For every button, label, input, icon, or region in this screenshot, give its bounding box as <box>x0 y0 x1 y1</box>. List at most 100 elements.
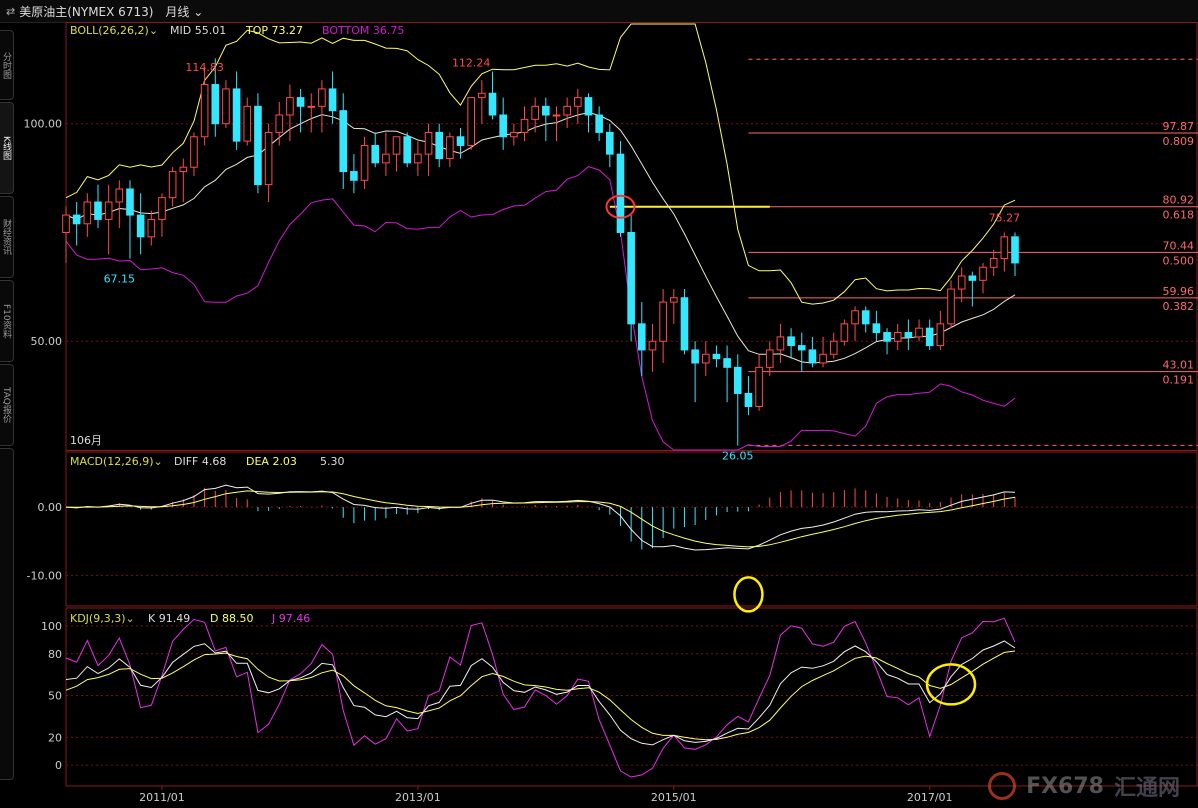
candle-body[interactable] <box>595 114 603 133</box>
candle-body[interactable] <box>829 340 838 355</box>
candle-body[interactable] <box>915 327 923 338</box>
tab-blank[interactable] <box>0 448 14 780</box>
candle-body[interactable] <box>616 153 625 233</box>
candle-body[interactable] <box>861 310 870 325</box>
candle-body[interactable] <box>904 332 913 338</box>
candle-body[interactable] <box>158 197 166 220</box>
tab-kline[interactable]: K线图 <box>0 102 14 194</box>
candle-body[interactable] <box>1000 236 1009 260</box>
candle-body[interactable] <box>414 153 422 164</box>
candle-body[interactable] <box>232 88 241 142</box>
candle-body[interactable] <box>637 323 646 351</box>
candle-body[interactable] <box>723 358 731 368</box>
chart-canvas[interactable]: 100.00 50.00 0.00 -10.00 100 80 50 20 0 2011/01 20… <box>14 22 1198 808</box>
candle-body[interactable] <box>243 105 252 142</box>
candle-body[interactable] <box>606 131 614 155</box>
tab-timeshare[interactable]: 分时图 <box>0 30 14 100</box>
candle-body[interactable] <box>701 353 710 364</box>
swap-arrows-icon[interactable]: ⇄ <box>6 5 15 18</box>
candle-body[interactable] <box>851 310 859 325</box>
candle-body[interactable] <box>574 97 582 107</box>
candle-body[interactable] <box>62 214 70 233</box>
candle-body[interactable] <box>147 218 156 238</box>
tab-f10[interactable]: F10资料 <box>0 280 14 362</box>
candle-body[interactable] <box>840 323 849 342</box>
candle-body[interactable] <box>126 188 134 216</box>
candle-body[interactable] <box>168 171 177 199</box>
candle-body[interactable] <box>446 136 454 160</box>
candle-body[interactable] <box>968 275 977 281</box>
candle-body[interactable] <box>275 114 284 133</box>
candle-body[interactable] <box>808 349 817 364</box>
candle-body[interactable] <box>339 110 348 173</box>
candle-body[interactable] <box>264 131 273 186</box>
candle-body[interactable] <box>488 92 497 116</box>
candle-body[interactable] <box>286 97 294 116</box>
candle-body[interactable] <box>307 105 316 108</box>
candle-body[interactable] <box>296 97 305 107</box>
candle-body[interactable] <box>478 92 486 99</box>
candle-body[interactable] <box>531 105 539 120</box>
candle-body[interactable] <box>552 114 561 117</box>
candle-body[interactable] <box>893 332 902 342</box>
candle-body[interactable] <box>936 323 945 347</box>
candle-body[interactable] <box>925 327 934 347</box>
candle-body[interactable] <box>819 353 827 364</box>
candle-body[interactable] <box>669 297 678 303</box>
candle-body[interactable] <box>424 131 433 155</box>
candle-body[interactable] <box>83 201 92 225</box>
candle-body[interactable] <box>520 118 529 133</box>
candle-body[interactable] <box>328 88 337 112</box>
candle-body[interactable] <box>350 171 358 181</box>
candle-body[interactable] <box>211 84 220 125</box>
candle-body[interactable] <box>957 275 966 290</box>
candle-body[interactable] <box>254 105 262 186</box>
candle-body[interactable] <box>979 266 987 281</box>
candle-body[interactable] <box>947 288 955 325</box>
candle-body[interactable] <box>403 136 412 164</box>
candle-body[interactable] <box>371 144 380 164</box>
tab-taq[interactable]: TAQ报价 <box>0 364 14 446</box>
candle-body[interactable] <box>584 97 593 116</box>
tab-news[interactable]: 财经资讯 <box>0 196 14 278</box>
candle-body[interactable] <box>787 336 795 347</box>
candle-body[interactable] <box>680 297 689 351</box>
candle-body[interactable] <box>733 366 742 394</box>
candle-body[interactable] <box>776 336 785 351</box>
candle-body[interactable] <box>499 114 507 138</box>
candle-body[interactable] <box>94 201 102 220</box>
candle-body[interactable] <box>104 201 113 220</box>
candle-body[interactable] <box>72 214 81 225</box>
candle-body[interactable] <box>648 340 657 351</box>
candle-body[interactable] <box>222 88 230 125</box>
candle-body[interactable] <box>883 332 891 342</box>
candle-body[interactable] <box>200 84 209 138</box>
candle-body[interactable] <box>563 105 571 116</box>
candle-body[interactable] <box>627 231 635 325</box>
symbol-name[interactable]: 美原油主(NYMEX 6713) <box>19 3 153 20</box>
candle-body[interactable] <box>382 153 390 164</box>
candle-body[interactable] <box>872 323 881 334</box>
candle-body[interactable] <box>456 136 465 146</box>
candle-body[interactable] <box>797 345 806 351</box>
candle-body[interactable] <box>392 136 401 155</box>
candle-body[interactable] <box>691 349 699 364</box>
candle-body[interactable] <box>765 349 774 368</box>
candle-body[interactable] <box>1011 236 1019 264</box>
candle-body[interactable] <box>136 214 145 238</box>
candle-body[interactable] <box>542 105 550 116</box>
candle-body[interactable] <box>659 301 667 342</box>
candle-body[interactable] <box>744 392 753 407</box>
candle-body[interactable] <box>510 131 518 138</box>
candle-body[interactable] <box>190 136 198 168</box>
candle-body[interactable] <box>318 88 326 107</box>
period-selector[interactable]: 月线 ⌄ <box>165 3 203 20</box>
candle-body[interactable] <box>435 131 444 160</box>
candle-body[interactable] <box>179 166 188 173</box>
candle-body[interactable] <box>989 258 998 268</box>
candle-body[interactable] <box>115 188 124 203</box>
candle-body[interactable] <box>755 366 763 407</box>
candle-body[interactable] <box>712 353 721 360</box>
candle-body[interactable] <box>467 97 475 146</box>
candle-body[interactable] <box>360 144 369 181</box>
